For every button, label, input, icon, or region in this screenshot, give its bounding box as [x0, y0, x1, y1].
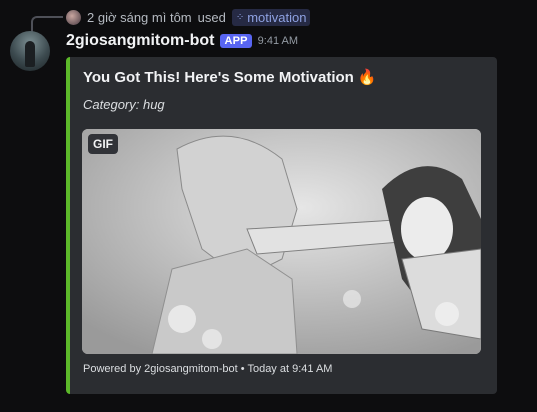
- embed-title: You Got This! Here's Some Motivation 🔥: [83, 68, 377, 87]
- embed-gif[interactable]: GIF: [82, 129, 481, 354]
- embed-card: You Got This! Here's Some Motivation 🔥 C…: [66, 57, 497, 394]
- message-header: 2giosangmitom-bot APP 9:41 AM: [66, 32, 298, 50]
- command-mention[interactable]: ⁘ motivation: [231, 8, 311, 26]
- embed-title-text: You Got This! Here's Some Motivation: [83, 68, 354, 86]
- bot-username[interactable]: 2giosangmitom-bot: [66, 32, 214, 50]
- avatar-figure: [25, 41, 35, 67]
- reply-connector: [31, 16, 63, 32]
- embed-footer: Powered by 2giosangmitom-bot • Today at …: [83, 363, 333, 375]
- reply-username[interactable]: 2 giờ sáng mì tôm: [87, 10, 192, 25]
- gif-image: [82, 129, 481, 354]
- fire-icon: 🔥: [357, 69, 377, 86]
- gif-badge: GIF: [88, 134, 118, 154]
- embed-description: Category: hug: [83, 97, 165, 112]
- reply-preview[interactable]: 2 giờ sáng mì tôm used ⁘ motivation: [66, 8, 311, 26]
- message-timestamp[interactable]: 9:41 AM: [258, 35, 298, 47]
- reply-avatar[interactable]: [66, 9, 81, 25]
- reply-used-text: used: [197, 9, 226, 25]
- command-name: motivation: [247, 9, 307, 25]
- bot-avatar[interactable]: [10, 31, 50, 71]
- app-badge: APP: [220, 34, 252, 48]
- slash-command-icon: ⁘: [235, 11, 245, 23]
